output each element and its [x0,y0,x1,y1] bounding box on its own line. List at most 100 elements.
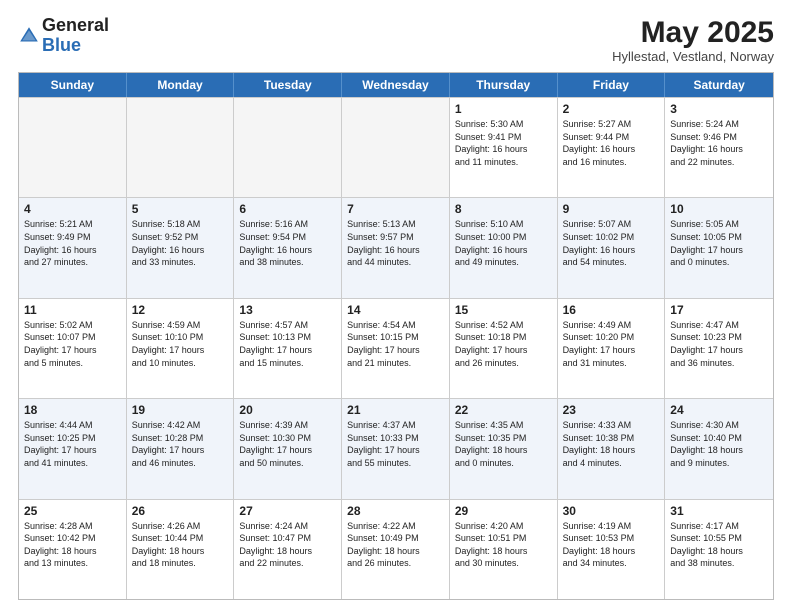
day-info: Sunrise: 5:13 AM Sunset: 9:57 PM Dayligh… [347,218,444,268]
day-info: Sunrise: 4:30 AM Sunset: 10:40 PM Daylig… [670,419,768,469]
day-info: Sunrise: 4:24 AM Sunset: 10:47 PM Daylig… [239,520,336,570]
cal-cell-day-29: 29 Sunrise: 4:20 AM Sunset: 10:51 PM Dayl… [450,500,558,599]
cal-cell-day-9: 9 Sunrise: 5:07 AM Sunset: 10:02 PM Dayli… [558,198,666,297]
day-info: Sunrise: 5:10 AM Sunset: 10:00 PM Daylig… [455,218,552,268]
cal-header-friday: Friday [558,73,666,97]
day-number: 24 [670,403,768,417]
cal-cell-day-6: 6 Sunrise: 5:16 AM Sunset: 9:54 PM Daylig… [234,198,342,297]
day-info: Sunrise: 4:54 AM Sunset: 10:15 PM Daylig… [347,319,444,369]
logo-icon [18,25,40,47]
day-info: Sunrise: 5:21 AM Sunset: 9:49 PM Dayligh… [24,218,121,268]
cal-cell-day-5: 5 Sunrise: 5:18 AM Sunset: 9:52 PM Daylig… [127,198,235,297]
day-number: 30 [563,504,660,518]
day-number: 11 [24,303,121,317]
day-number: 14 [347,303,444,317]
cal-cell-day-26: 26Sunrise: 4:26 AM Sunset: 10:44 PM Dayl… [127,500,235,599]
day-number: 9 [563,202,660,216]
location-subtitle: Hyllestad, Vestland, Norway [612,49,774,64]
day-number: 2 [563,102,660,116]
day-number: 21 [347,403,444,417]
cal-cell-empty [234,98,342,197]
cal-header-sunday: Sunday [19,73,127,97]
day-info: Sunrise: 5:18 AM Sunset: 9:52 PM Dayligh… [132,218,229,268]
cal-cell-empty [127,98,235,197]
logo: General Blue [18,16,109,56]
day-info: Sunrise: 5:16 AM Sunset: 9:54 PM Dayligh… [239,218,336,268]
cal-cell-day-8: 8 Sunrise: 5:10 AM Sunset: 10:00 PM Dayli… [450,198,558,297]
day-number: 13 [239,303,336,317]
title-block: May 2025 Hyllestad, Vestland, Norway [612,16,774,64]
day-number: 20 [239,403,336,417]
cal-cell-day-12: 12 Sunrise: 4:59 AM Sunset: 10:10 PM Dayl… [127,299,235,398]
cal-cell-day-2: 2Sunrise: 5:27 AM Sunset: 9:44 PM Daylig… [558,98,666,197]
day-info: Sunrise: 4:57 AM Sunset: 10:13 PM Daylig… [239,319,336,369]
cal-cell-day-31: 31Sunrise: 4:17 AM Sunset: 10:55 PM Dayl… [665,500,773,599]
cal-cell-day-27: 27 Sunrise: 4:24 AM Sunset: 10:47 PM Dayl… [234,500,342,599]
day-info: Sunrise: 4:22 AM Sunset: 10:49 PM Daylig… [347,520,444,570]
cal-cell-day-15: 15Sunrise: 4:52 AM Sunset: 10:18 PM Dayl… [450,299,558,398]
day-info: Sunrise: 4:19 AM Sunset: 10:53 PM Daylig… [563,520,660,570]
day-info: Sunrise: 4:33 AM Sunset: 10:38 PM Daylig… [563,419,660,469]
cal-cell-day-1: 1Sunrise: 5:30 AM Sunset: 9:41 PM Daylig… [450,98,558,197]
day-number: 3 [670,102,768,116]
day-number: 18 [24,403,121,417]
cal-cell-day-10: 10 Sunrise: 5:05 AM Sunset: 10:05 PM Dayl… [665,198,773,297]
day-number: 23 [563,403,660,417]
cal-header-tuesday: Tuesday [234,73,342,97]
day-info: Sunrise: 4:44 AM Sunset: 10:25 PM Daylig… [24,419,121,469]
page: General Blue May 2025 Hyllestad, Vestlan… [0,0,792,612]
day-number: 7 [347,202,444,216]
day-number: 31 [670,504,768,518]
logo-general-text: General [42,15,109,35]
day-number: 8 [455,202,552,216]
cal-cell-empty [342,98,450,197]
day-number: 28 [347,504,444,518]
calendar-body: 1Sunrise: 5:30 AM Sunset: 9:41 PM Daylig… [19,97,773,599]
cal-header-monday: Monday [127,73,235,97]
cal-cell-day-18: 18 Sunrise: 4:44 AM Sunset: 10:25 PM Dayl… [19,399,127,498]
day-number: 29 [455,504,552,518]
day-number: 17 [670,303,768,317]
cal-cell-day-24: 24 Sunrise: 4:30 AM Sunset: 10:40 PM Dayl… [665,399,773,498]
month-title: May 2025 [612,16,774,49]
cal-cell-day-23: 23 Sunrise: 4:33 AM Sunset: 10:38 PM Dayl… [558,399,666,498]
cal-cell-day-7: 7 Sunrise: 5:13 AM Sunset: 9:57 PM Daylig… [342,198,450,297]
cal-cell-day-13: 13 Sunrise: 4:57 AM Sunset: 10:13 PM Dayl… [234,299,342,398]
cal-row-2: 11 Sunrise: 5:02 AM Sunset: 10:07 PM Dayl… [19,298,773,398]
cal-row-0: 1Sunrise: 5:30 AM Sunset: 9:41 PM Daylig… [19,97,773,197]
day-number: 12 [132,303,229,317]
cal-cell-day-17: 17 Sunrise: 4:47 AM Sunset: 10:23 PM Dayl… [665,299,773,398]
cal-cell-empty [19,98,127,197]
logo-blue-text: Blue [42,35,81,55]
day-number: 25 [24,504,121,518]
day-info: Sunrise: 5:02 AM Sunset: 10:07 PM Daylig… [24,319,121,369]
cal-cell-day-16: 16 Sunrise: 4:49 AM Sunset: 10:20 PM Dayl… [558,299,666,398]
cal-row-1: 4 Sunrise: 5:21 AM Sunset: 9:49 PM Daylig… [19,197,773,297]
day-number: 1 [455,102,552,116]
day-info: Sunrise: 4:47 AM Sunset: 10:23 PM Daylig… [670,319,768,369]
cal-cell-day-21: 21Sunrise: 4:37 AM Sunset: 10:33 PM Dayl… [342,399,450,498]
day-info: Sunrise: 5:05 AM Sunset: 10:05 PM Daylig… [670,218,768,268]
cal-cell-day-3: 3Sunrise: 5:24 AM Sunset: 9:46 PM Daylig… [665,98,773,197]
cal-cell-day-4: 4 Sunrise: 5:21 AM Sunset: 9:49 PM Daylig… [19,198,127,297]
day-info: Sunrise: 4:59 AM Sunset: 10:10 PM Daylig… [132,319,229,369]
cal-header-saturday: Saturday [665,73,773,97]
day-number: 10 [670,202,768,216]
calendar-header-row: SundayMondayTuesdayWednesdayThursdayFrid… [19,73,773,97]
day-number: 6 [239,202,336,216]
cal-cell-day-22: 22Sunrise: 4:35 AM Sunset: 10:35 PM Dayl… [450,399,558,498]
day-info: Sunrise: 5:07 AM Sunset: 10:02 PM Daylig… [563,218,660,268]
day-number: 27 [239,504,336,518]
cal-header-wednesday: Wednesday [342,73,450,97]
day-number: 16 [563,303,660,317]
day-number: 4 [24,202,121,216]
day-info: Sunrise: 4:52 AM Sunset: 10:18 PM Daylig… [455,319,552,369]
day-info: Sunrise: 4:39 AM Sunset: 10:30 PM Daylig… [239,419,336,469]
day-number: 5 [132,202,229,216]
calendar: SundayMondayTuesdayWednesdayThursdayFrid… [18,72,774,600]
day-info: Sunrise: 4:49 AM Sunset: 10:20 PM Daylig… [563,319,660,369]
cal-cell-day-14: 14 Sunrise: 4:54 AM Sunset: 10:15 PM Dayl… [342,299,450,398]
day-number: 22 [455,403,552,417]
cal-row-3: 18 Sunrise: 4:44 AM Sunset: 10:25 PM Dayl… [19,398,773,498]
day-info: Sunrise: 4:20 AM Sunset: 10:51 PM Daylig… [455,520,552,570]
